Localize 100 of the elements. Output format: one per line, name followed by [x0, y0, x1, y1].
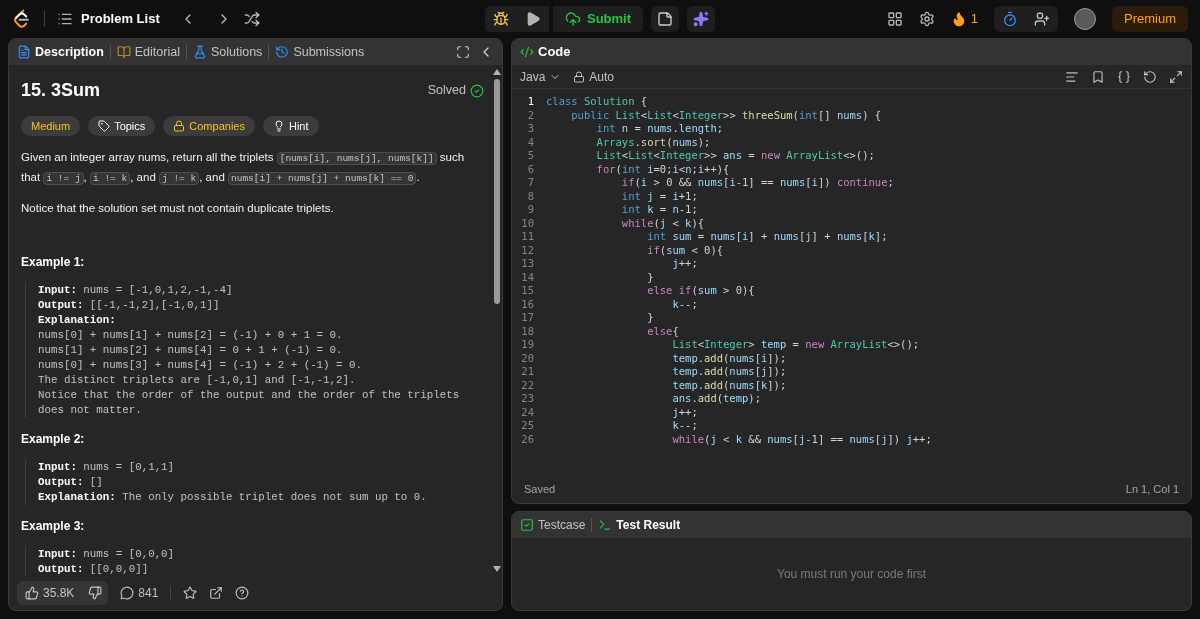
line-number: 10: [520, 216, 535, 230]
comment-icon: [120, 586, 135, 600]
code-line: for(int i=0;i<n;i++){: [595, 162, 730, 176]
mode-label[interactable]: Auto: [573, 67, 615, 86]
line-number: 18: [520, 324, 535, 338]
tag-chip[interactable]: Hint: [262, 116, 319, 136]
line-number: 19: [520, 338, 535, 352]
shuffle-icon[interactable]: [243, 11, 260, 27]
code-icon: [520, 45, 534, 59]
reset-icon[interactable]: [1143, 69, 1157, 84]
star-icon[interactable]: [183, 586, 198, 600]
panel-tab[interactable]: Description: [17, 42, 104, 62]
panel-tab[interactable]: Editorial: [116, 42, 180, 62]
code-line: List<Integer> temp = new ArrayList<>();: [671, 338, 920, 352]
list-icon: [57, 11, 73, 27]
streak-count: 1: [970, 10, 978, 29]
bookmark-icon[interactable]: [1091, 69, 1105, 84]
code-line: if(sum < 0){: [646, 243, 724, 257]
cursor-position: Ln 1, Col 1: [1125, 481, 1179, 497]
code-line: Arrays.sort(nums);: [595, 135, 711, 149]
book-icon: [116, 45, 131, 59]
line-number: 25: [520, 419, 535, 433]
code-line: int j = i+1;: [620, 189, 698, 203]
code-line: public List<List<Integer>> threeSum(int[] nums) {: [570, 108, 882, 122]
notice-text: Notice that the solution set must not contain duplicate triplets.: [21, 201, 335, 216]
code-line: temp.add(nums[j]);: [671, 365, 787, 379]
expand-icon[interactable]: [1169, 69, 1183, 84]
help-icon[interactable]: [235, 586, 250, 600]
code-line: temp.add(nums[i]);: [671, 351, 787, 365]
code-line: class Solution {: [546, 95, 648, 109]
problem-list-button[interactable]: Problem List: [57, 9, 160, 29]
panel-tab[interactable]: Submissions: [275, 42, 365, 62]
code-line: k--;: [671, 419, 698, 433]
code-line: }: [646, 270, 654, 284]
thumbs-up-icon: [25, 586, 39, 600]
checkbox-icon: [520, 518, 534, 532]
code-line: j++;: [671, 257, 698, 271]
notes-button[interactable]: [651, 6, 680, 32]
save-status: Saved: [524, 481, 556, 497]
code-line: j++;: [671, 405, 698, 419]
streak-counter[interactable]: 1: [950, 9, 978, 29]
logo-icon[interactable]: [12, 9, 32, 29]
tag-icon: [98, 120, 111, 132]
example-line: Output: [[-1,-1,2],[-1,0,1]]: [38, 298, 221, 314]
panel-tab[interactable]: Solutions: [192, 42, 263, 62]
settings-icon[interactable]: [918, 11, 935, 27]
line-number: 23: [520, 392, 535, 406]
line-number: 16: [520, 297, 535, 311]
panel-tab[interactable]: Testcase: [520, 516, 586, 534]
submit-button[interactable]: Submit: [552, 6, 644, 32]
code-line: int k = n-1;: [620, 203, 698, 217]
line-number: 6: [526, 162, 535, 176]
line-number: 2: [526, 108, 535, 122]
note-icon: [657, 11, 674, 27]
thumbs-down-icon: [88, 586, 103, 600]
line-number: 12: [520, 243, 535, 257]
like-button[interactable]: 35.8K: [17, 584, 83, 602]
code-line: }: [646, 311, 654, 325]
code-line: else{: [646, 324, 679, 338]
comments-button[interactable]: 841: [120, 584, 159, 602]
tag-chip[interactable]: Companies: [163, 116, 255, 136]
line-number: 1: [526, 95, 535, 109]
tag-chip[interactable]: Topics: [88, 116, 156, 136]
timer-icon: [1002, 11, 1018, 27]
premium-button[interactable]: Premium: [1112, 6, 1188, 32]
line-number: 14: [520, 270, 535, 284]
code-editor[interactable]: [512, 89, 1191, 475]
line-number: 20: [520, 351, 535, 365]
example-line: Input: nums = [-1,0,1,2,-1,-4]: [38, 283, 234, 299]
bug-icon: [492, 11, 509, 27]
code-line: ans.add(temp);: [671, 392, 761, 406]
line-number: 13: [520, 257, 535, 271]
code-line: int n = nums.length;: [595, 122, 724, 136]
layout-icon[interactable]: [886, 11, 903, 27]
example-line: nums[0] + nums[3] + nums[4] = (-1) + 2 + (-1) = 0.: [38, 358, 363, 374]
line-number: 22: [520, 378, 535, 392]
line-number: 11: [520, 230, 535, 244]
history-icon: [275, 45, 290, 59]
format-icon[interactable]: [1065, 69, 1079, 84]
example-line: Output: []: [38, 475, 104, 491]
tag-chip[interactable]: Medium: [21, 116, 81, 136]
share-icon[interactable]: [209, 586, 224, 600]
example-line: Notice that the order of the output and the order of the triplets does not matter.: [38, 388, 461, 419]
flask-icon: [192, 45, 207, 59]
example-title: Example 3:: [21, 518, 86, 536]
avatar[interactable]: [1074, 8, 1096, 30]
panel-tab[interactable]: Test Result: [598, 516, 681, 534]
fullscreen-icon[interactable]: [456, 45, 470, 59]
line-number: 4: [526, 135, 535, 149]
example-line: Explanation:: [38, 313, 117, 329]
code-line: while(j < k){: [620, 216, 705, 230]
line-number: 24: [520, 405, 535, 419]
ai-button[interactable]: [687, 6, 716, 32]
language-select[interactable]: Java: [520, 67, 562, 86]
braces-icon[interactable]: [1117, 69, 1131, 84]
check-circle-icon: [470, 83, 484, 98]
example-line: Output: [[0,0,0]]: [38, 562, 150, 576]
example-line: Input: nums = [0,1,1]: [38, 460, 176, 476]
solved-status: Solved: [427, 82, 466, 100]
problem-statement: Given an integer array nums, return all the triplets [nums[i], nums[j], nums[k]] such that i != j , i != k , and j != k , and nums[i] + nums[j] + nums[k] == 0 .: [21, 150, 466, 187]
